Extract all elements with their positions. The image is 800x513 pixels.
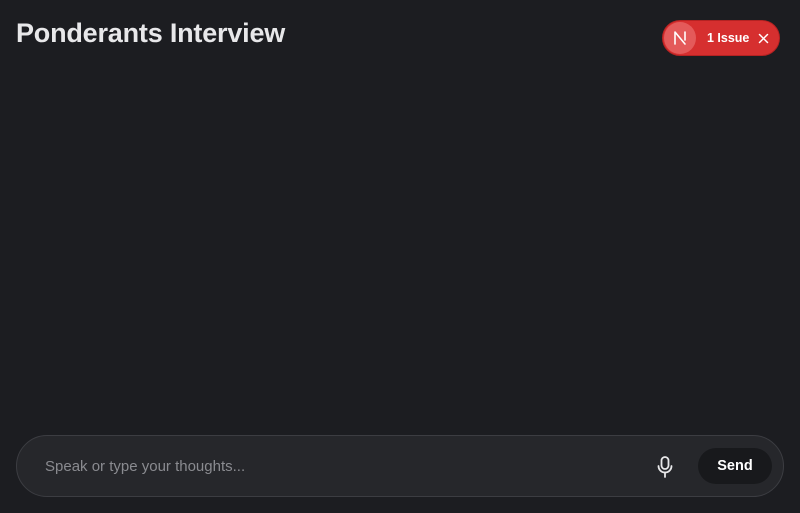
send-button[interactable]: Send (698, 448, 772, 484)
nextjs-logo-icon-glyph (674, 31, 686, 45)
microphone-icon[interactable] (651, 453, 679, 481)
message-composer: Send (16, 435, 784, 497)
page-title: Ponderants Interview (16, 18, 286, 48)
issues-count-label: 1 Issue (707, 31, 750, 45)
issues-badge[interactable]: 1 Issue (662, 20, 780, 56)
thoughts-input[interactable] (45, 451, 625, 481)
nextjs-logo-icon (664, 22, 696, 54)
interview-page: Ponderants Interview 1 Issue Send (0, 0, 800, 513)
close-icon[interactable] (757, 32, 769, 44)
